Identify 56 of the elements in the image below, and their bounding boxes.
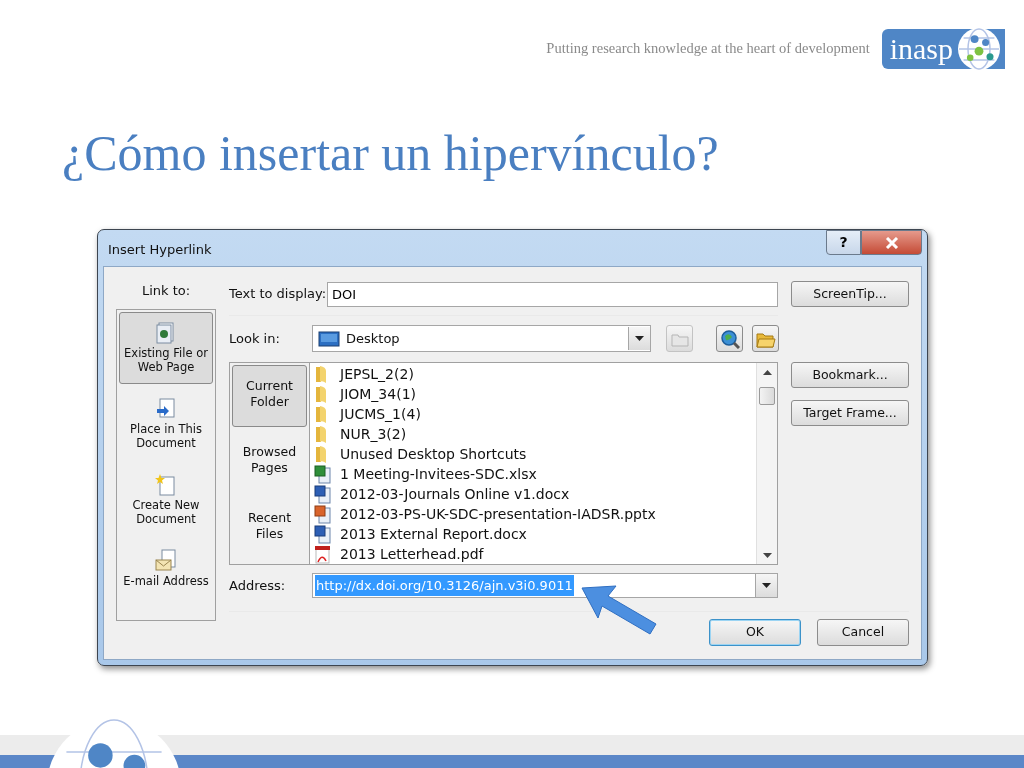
link-type-tab[interactable]: Place in This Document [119, 387, 213, 460]
presentation-icon [314, 504, 331, 524]
file-list-item[interactable]: JEPSL_2(2) [314, 364, 756, 384]
scroll-thumb[interactable] [759, 387, 775, 405]
file-list-item[interactable]: NUR_3(2) [314, 424, 756, 444]
link-type-tab[interactable]: Existing File or Web Page [119, 311, 213, 384]
bookmark-button[interactable]: Bookmark... [791, 362, 909, 388]
screentip-button[interactable]: ScreenTip... [791, 281, 909, 307]
spreadsheet-icon [314, 464, 331, 484]
help-button[interactable]: ? [826, 230, 861, 255]
scroll-down-icon[interactable] [762, 552, 772, 558]
link-to-label: Link to: [141, 283, 191, 298]
look-in-dropdown[interactable]: Desktop [312, 325, 651, 352]
ok-button[interactable]: OK [709, 619, 801, 646]
scrollbar[interactable] [756, 363, 777, 564]
field-label: Address: [229, 576, 287, 595]
dropdown-button[interactable] [628, 327, 650, 350]
slide-title: ¿Cómo insertar un hipervínculo? [62, 126, 720, 181]
file-list-item[interactable]: 2012-03-PS-UK-SDC-presentation-IADSR.pptx [314, 504, 756, 524]
dropdown-button[interactable] [755, 574, 777, 597]
view-tab[interactable]: Browsed Pages [232, 431, 307, 493]
document-icon [155, 472, 177, 496]
link-type-tab[interactable]: E-mail Address [119, 539, 213, 612]
input-field[interactable]: DOI [327, 281, 778, 307]
file-list-item[interactable]: Unused Desktop Shortcuts [314, 444, 756, 464]
close-button[interactable] [861, 230, 922, 255]
file-list-item[interactable]: 2012-03-Journals Online v1.docx [314, 484, 756, 504]
document-icon [155, 320, 177, 344]
view-tab[interactable]: Recent Files [232, 497, 307, 559]
desktop-icon [318, 330, 340, 347]
file-list-item[interactable]: 1 Meeting-Invitees-SDC.xlsx [314, 464, 756, 484]
file-list-item[interactable]: 2013 External Report.docx [314, 524, 756, 544]
logo-text: inasp [889, 34, 953, 64]
document-icon [314, 524, 331, 544]
tagline: Putting research knowledge at the heart of development [546, 39, 870, 59]
globe-search-icon [719, 328, 740, 349]
link-type-tab[interactable]: Create New Document [119, 463, 213, 536]
caret-icon [635, 336, 644, 341]
scroll-up-icon[interactable] [762, 369, 772, 375]
address-text: http://dx.doi.org/10.3126/ajn.v3i0.9011 [315, 574, 574, 597]
browse-web-button[interactable] [716, 325, 743, 352]
document-icon [314, 484, 331, 504]
target-frame-button[interactable]: Target Frame... [791, 400, 909, 426]
view-tab[interactable]: Current Folder [232, 365, 307, 427]
file-list-item[interactable]: 2013 Letterhead.pdf [314, 544, 756, 564]
caret-icon [762, 583, 771, 588]
file-list-item[interactable]: JUCMS_1(4) [314, 404, 756, 424]
close-icon [884, 236, 899, 249]
field-label: Look in: [229, 329, 281, 348]
envelope-icon [155, 548, 177, 572]
window-title: Insert Hyperlink [107, 241, 212, 259]
cancel-button[interactable]: Cancel [817, 619, 909, 646]
field-label: Text to display: [229, 285, 327, 304]
document-icon [155, 396, 177, 420]
file-list-item[interactable]: JIOM_34(1) [314, 384, 756, 404]
browse-file-button[interactable] [752, 325, 779, 352]
